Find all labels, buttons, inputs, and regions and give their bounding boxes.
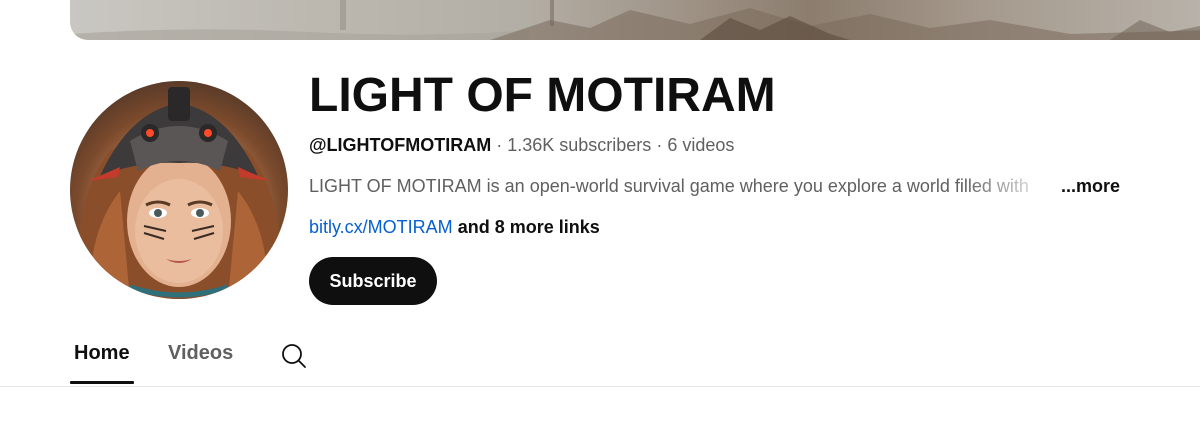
channel-handle: @LIGHTOFMOTIRAM	[309, 135, 492, 155]
channel-description[interactable]: LIGHT OF MOTIRAM is an open-world surviv…	[309, 176, 1149, 202]
channel-link[interactable]: bitly.cx/MOTIRAM	[309, 217, 453, 237]
video-count: 6 videos	[667, 135, 735, 155]
channel-links: bitly.cx/MOTIRAM and 8 more links	[309, 217, 600, 238]
channel-meta: @LIGHTOFMOTIRAM · 1.36K subscribers · 6 …	[309, 135, 734, 156]
channel-title: LIGHT OF MOTIRAM	[309, 69, 776, 122]
subscriber-count: 1.36K subscribers	[507, 135, 652, 155]
description-more-button[interactable]: ...more	[1061, 176, 1120, 197]
tab-home[interactable]: Home	[74, 342, 130, 365]
search-icon[interactable]	[280, 342, 308, 370]
tab-videos[interactable]: Videos	[168, 342, 233, 365]
channel-tabs: Home Videos	[70, 330, 1200, 386]
description-text: LIGHT OF MOTIRAM is an open-world surviv…	[309, 176, 1029, 196]
meta-separator: ·	[656, 135, 663, 155]
channel-avatar[interactable]	[70, 81, 288, 299]
channel-banner	[70, 0, 1200, 40]
subscribe-button[interactable]: Subscribe	[309, 257, 437, 305]
tabs-divider	[0, 386, 1200, 387]
tab-selected-indicator	[70, 381, 134, 384]
meta-separator: ·	[496, 135, 503, 155]
more-links-button[interactable]: and 8 more links	[458, 217, 600, 237]
